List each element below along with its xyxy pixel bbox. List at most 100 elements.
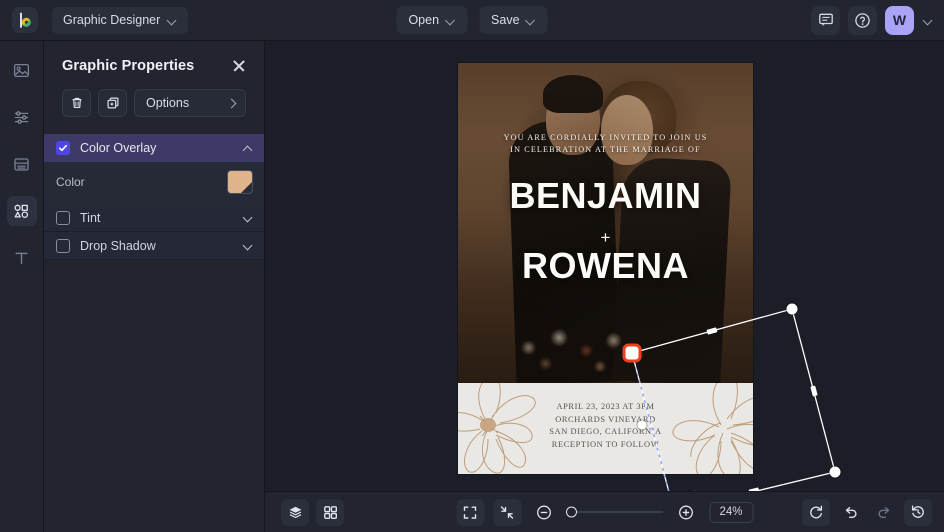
color-property-row: Color <box>56 170 253 194</box>
redo-icon <box>877 506 889 518</box>
reset-button[interactable] <box>802 498 830 526</box>
panel-header: Graphic Properties <box>44 41 264 75</box>
swatch-corner-triangle-icon <box>241 182 252 193</box>
user-avatar[interactable]: W <box>885 5 914 35</box>
invitation-name-2: ROWENA <box>522 245 689 286</box>
zoom-out-icon <box>537 505 551 519</box>
details-line-4: RECEPTION TO FOLLOW <box>551 439 660 449</box>
color-overlay-label: Color Overlay <box>80 141 157 155</box>
project-title-dropdown[interactable]: Graphic Designer <box>52 6 189 34</box>
rail-item-shapes[interactable] <box>6 196 37 226</box>
account-chevron-down-icon[interactable] <box>922 14 934 26</box>
project-title-label: Graphic Designer <box>63 13 161 27</box>
open-label: Open <box>408 13 440 27</box>
invitation-name-1: BENJAMIN <box>509 175 702 216</box>
top-bar: Graphic Designer Open Save W <box>0 0 944 41</box>
grid-icon <box>323 505 337 519</box>
options-button[interactable]: Options <box>134 89 246 117</box>
tool-rail <box>0 41 44 532</box>
color-swatch[interactable] <box>227 170 253 194</box>
zoom-in-icon <box>679 505 693 519</box>
file-actions: Open Save <box>396 6 548 34</box>
chat-icon <box>818 13 833 26</box>
zoom-slider-knob[interactable] <box>565 506 577 518</box>
top-bar-right: W <box>811 5 934 35</box>
save-label: Save <box>491 13 520 27</box>
reset-icon <box>810 505 823 519</box>
section-color-overlay[interactable]: Color Overlay <box>44 134 264 162</box>
grid-button[interactable] <box>316 498 344 526</box>
section-drop-shadow[interactable]: Drop Shadow <box>44 232 264 260</box>
help-circle-icon <box>855 12 870 28</box>
invitation-details: APRIL 23, 2023 AT 3PM ORCHARDS VINEYARD … <box>458 401 753 451</box>
layers-button[interactable] <box>281 498 309 526</box>
brand-logo-icon <box>19 12 31 28</box>
resize-handle-right-middle[interactable] <box>810 385 818 397</box>
chevron-down-icon[interactable] <box>243 213 253 223</box>
invitation-intro: YOU ARE CORDIALLY INVITED TO JOIN US IN … <box>458 132 753 156</box>
tint-label: Tint <box>80 210 101 225</box>
save-button[interactable]: Save <box>479 6 548 34</box>
fit-screen-icon <box>463 506 477 519</box>
zoom-out-button[interactable] <box>530 499 558 526</box>
resize-handle-bottom-right[interactable] <box>829 466 841 478</box>
graphic-editor-app: Graphic Designer Open Save W Graphic Pro… <box>0 0 944 532</box>
canvas-area[interactable]: YOU ARE CORDIALLY INVITED TO JOIN US IN … <box>265 41 944 491</box>
undo-button[interactable] <box>836 499 864 526</box>
history-controls <box>802 498 932 526</box>
chevron-up-icon[interactable] <box>243 143 253 153</box>
resize-handle-top-left-active[interactable] <box>625 346 639 360</box>
invitation-details-panel: APRIL 23, 2023 AT 3PM ORCHARDS VINEYARD … <box>458 383 753 474</box>
close-icon[interactable] <box>230 57 248 75</box>
effect-sections: Color Overlay Color Tint Drop Shadow <box>44 134 264 260</box>
chevron-down-icon[interactable] <box>243 241 253 251</box>
artboard[interactable]: YOU ARE CORDIALLY INVITED TO JOIN US IN … <box>458 63 753 474</box>
invitation-intro-line2: IN CELEBRATION AT THE MARRIAGE OF <box>510 145 701 154</box>
chevron-right-icon <box>228 99 236 107</box>
image-icon <box>13 63 30 77</box>
section-tint[interactable]: Tint <box>44 204 264 232</box>
history-button[interactable] <box>904 498 932 526</box>
panel-title: Graphic Properties <box>62 58 195 74</box>
duplicate-button[interactable] <box>98 89 127 117</box>
details-line-1: APRIL 23, 2023 AT 3PM <box>556 402 655 411</box>
duplicate-icon <box>106 97 119 109</box>
invitation-photo <box>458 63 753 391</box>
fit-screen-button[interactable] <box>456 498 484 526</box>
rail-item-adjust[interactable] <box>7 102 37 132</box>
photo-color-overlay <box>458 63 753 383</box>
options-label: Options <box>146 96 190 110</box>
zoom-level-value[interactable]: 24% <box>709 501 753 523</box>
sliders-icon <box>14 110 29 124</box>
trash-icon <box>72 97 81 108</box>
help-button[interactable] <box>848 5 877 35</box>
history-icon <box>911 505 924 518</box>
collapse-view-button[interactable] <box>493 498 521 526</box>
bottom-bar-left <box>281 498 344 526</box>
rotation-handle[interactable] <box>637 420 647 430</box>
undo-icon <box>845 506 857 518</box>
brand-logo-button[interactable] <box>12 7 38 33</box>
color-overlay-checkbox[interactable] <box>56 141 70 155</box>
feedback-button[interactable] <box>811 5 840 35</box>
panel-toolbar: Options <box>44 75 264 117</box>
delete-button[interactable] <box>62 89 91 117</box>
rail-item-text[interactable] <box>7 243 37 273</box>
details-line-2: ORCHARDS VINEYARD <box>555 414 656 424</box>
redo-button[interactable] <box>870 499 898 526</box>
tint-checkbox[interactable] <box>56 210 70 225</box>
open-button[interactable]: Open <box>396 6 468 34</box>
avatar-initial: W <box>892 12 907 28</box>
drop-shadow-label: Drop Shadow <box>80 238 156 253</box>
chevron-down-icon <box>168 16 177 25</box>
rail-item-layout[interactable] <box>7 149 37 179</box>
drop-shadow-checkbox[interactable] <box>56 238 70 253</box>
resize-handle-top-right[interactable] <box>786 303 798 315</box>
chevron-down-icon <box>527 16 536 25</box>
zoom-slider[interactable] <box>565 506 663 518</box>
zoom-in-button[interactable] <box>672 499 700 526</box>
rail-item-image[interactable] <box>7 55 37 85</box>
text-icon <box>15 252 28 264</box>
layout-icon <box>14 157 29 171</box>
graphic-properties-panel: Graphic Properties Options Color Overlay… <box>44 41 265 532</box>
